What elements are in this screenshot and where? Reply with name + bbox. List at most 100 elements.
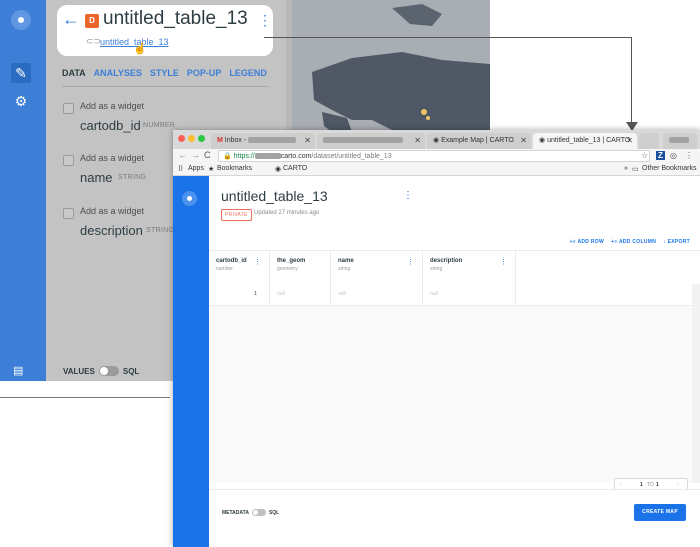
column-type: string — [338, 266, 351, 272]
pencil-icon[interactable]: ✎ — [11, 63, 31, 83]
maximize-window-button[interactable] — [198, 135, 205, 142]
layer-tabs: DATA ANALYSES STYLE POP-UP LEGEND — [62, 68, 267, 78]
values-label: VALUES — [63, 366, 95, 376]
column-name: cartodb_id — [216, 258, 247, 264]
carto-bookmark-icon: ◉ — [275, 166, 282, 173]
redacted-text — [323, 137, 403, 144]
sql-label: SQL — [122, 366, 140, 376]
field-type: STRING — [146, 227, 175, 234]
next-page-icon[interactable]: › — [677, 481, 679, 487]
reload-icon[interactable]: C — [204, 150, 211, 160]
browser-tab[interactable]: M Inbox - ✕ — [211, 133, 315, 149]
dataset-title[interactable]: untitled_table_13 — [221, 188, 328, 204]
column-name: the_geom — [277, 258, 306, 264]
bookmark-other[interactable]: Other Bookmarks — [642, 165, 696, 172]
gmail-icon: M — [217, 137, 223, 144]
table-cell[interactable]: null — [331, 284, 423, 305]
table-cell[interactable]: null — [423, 284, 516, 305]
prev-page-icon[interactable]: ‹ — [620, 481, 622, 487]
carto-logo-icon[interactable] — [11, 10, 31, 30]
bookmark-bookmarks[interactable]: Bookmarks — [217, 165, 252, 172]
field-checkbox[interactable] — [63, 208, 74, 219]
add-row-button[interactable]: +≡ ADD ROW — [570, 239, 605, 245]
hand-cursor-icon: ☝ — [133, 43, 147, 55]
tab-close-icon[interactable]: ✕ — [626, 133, 633, 149]
tab-label: untitled_table_13 | CARTO — [547, 137, 631, 144]
tab-legend[interactable]: LEGEND — [229, 68, 267, 78]
browser-tab-active[interactable]: ◉ untitled_table_13 | CARTO ✕ — [533, 133, 637, 149]
browser-tabbar: M Inbox - ✕ ✕ ◉ Example Map | CARTO ✕ ◉ … — [173, 130, 700, 149]
bookmarks-bar: ⠿ Apps ★ Bookmarks ◉ CARTO » ▭ Other Boo… — [173, 164, 700, 176]
callout-arrow — [264, 37, 632, 38]
folder-icon: ▭ — [632, 166, 639, 173]
updated-timestamp: Updated 27 minutes ago — [254, 210, 320, 216]
column-options-kebab-icon[interactable]: ⋮ — [254, 258, 261, 266]
field-checkbox[interactable] — [63, 155, 74, 166]
carto-icon: ◉ — [539, 137, 546, 144]
close-window-button[interactable] — [178, 135, 185, 142]
vertical-scrollbar[interactable] — [692, 284, 700, 483]
new-tab-button[interactable] — [639, 133, 659, 149]
export-label: EXPORT — [667, 239, 690, 245]
column-header[interactable]: cartodb_id number ⋮ — [209, 251, 270, 284]
bookmark-apps[interactable]: Apps — [188, 165, 204, 172]
browser-profile[interactable] — [663, 133, 697, 149]
toggle-switch[interactable] — [98, 366, 119, 376]
apps-grid-icon[interactable]: ⠿ — [178, 165, 183, 173]
table-cell[interactable]: 1 — [209, 284, 270, 305]
dataset-options-kebab-icon[interactable]: ⋮ — [403, 190, 413, 201]
layer-title[interactable]: untitled_table_13 — [103, 8, 248, 30]
column-header[interactable]: the_geom geometry — [270, 251, 331, 284]
tab-label: Example Map | CARTO — [441, 137, 514, 144]
tab-close-icon[interactable]: ✕ — [414, 133, 421, 149]
url-scheme: https:// — [233, 153, 255, 160]
tab-style[interactable]: STYLE — [150, 68, 179, 78]
layer-options-kebab-icon[interactable]: ⋮ — [258, 12, 272, 29]
widget-label: Add as a widget — [80, 206, 145, 216]
tab-analyses[interactable]: ANALYSES — [94, 68, 142, 78]
table-header: cartodb_id number ⋮ the_geom geometry na… — [209, 251, 700, 285]
back-icon[interactable]: ← — [178, 150, 187, 160]
tab-close-icon[interactable]: ✕ — [304, 133, 311, 149]
link-icon: ⊂⊃ — [86, 36, 102, 46]
column-options-kebab-icon[interactable]: ⋮ — [500, 258, 507, 266]
comment-icon[interactable]: ▤ — [13, 364, 23, 377]
star-icon[interactable]: ☆ — [641, 151, 648, 160]
extension-z-icon[interactable]: Z — [656, 151, 665, 160]
export-button[interactable]: ↓ EXPORT — [663, 239, 690, 245]
url-domain: carto.com — [280, 153, 312, 160]
tab-data[interactable]: DATA — [62, 68, 86, 78]
column-header[interactable]: name string ⋮ — [331, 251, 423, 284]
browser-tab[interactable]: ✕ — [317, 133, 425, 149]
extension-circle-icon[interactable]: ◎ — [670, 151, 677, 160]
minimize-window-button[interactable] — [188, 135, 195, 142]
chevron-icon[interactable]: » — [624, 165, 628, 172]
page-from: 1 — [640, 482, 643, 488]
add-column-button[interactable]: +≡ ADD COLUMN — [611, 239, 656, 245]
sliders-icon[interactable]: ⚙ — [11, 91, 31, 111]
tab-popup[interactable]: POP-UP — [187, 68, 222, 78]
tab-close-icon[interactable]: ✕ — [520, 133, 527, 149]
carto-logo-icon[interactable] — [182, 191, 197, 206]
bookmark-carto[interactable]: CARTO — [283, 165, 307, 172]
browser-tab[interactable]: ◉ Example Map | CARTO ✕ — [427, 133, 531, 149]
toggle-switch[interactable] — [251, 509, 266, 516]
field-name: cartodb_id — [80, 118, 141, 133]
forward-icon[interactable]: → — [191, 150, 200, 160]
create-map-button[interactable]: CREATE MAP — [634, 504, 686, 521]
address-bar[interactable]: 🔒 https:// carto.com/dataset/untitled_tab… — [218, 150, 650, 162]
table-row[interactable]: 1 null null null — [209, 284, 700, 306]
column-header[interactable]: description string ⋮ — [423, 251, 516, 284]
back-arrow-icon[interactable]: ← — [62, 9, 80, 30]
values-sql-toggle[interactable]: VALUES SQL — [63, 366, 139, 376]
menu-kebab-icon[interactable]: ⋮ — [685, 151, 693, 160]
table-cell[interactable]: null — [270, 284, 331, 305]
lock-icon: 🔒 — [223, 153, 232, 160]
metadata-sql-toggle[interactable]: METADATA SQL — [222, 509, 279, 516]
metadata-label: METADATA — [222, 509, 249, 516]
column-options-kebab-icon[interactable]: ⋮ — [407, 258, 414, 266]
privacy-badge[interactable]: PRIVATE — [221, 209, 252, 221]
browser-toolbar: ← → C 🔒 https:// carto.com/dataset/untitl… — [173, 149, 700, 164]
star-bookmark-icon: ★ — [208, 166, 215, 173]
field-checkbox[interactable] — [63, 103, 74, 114]
